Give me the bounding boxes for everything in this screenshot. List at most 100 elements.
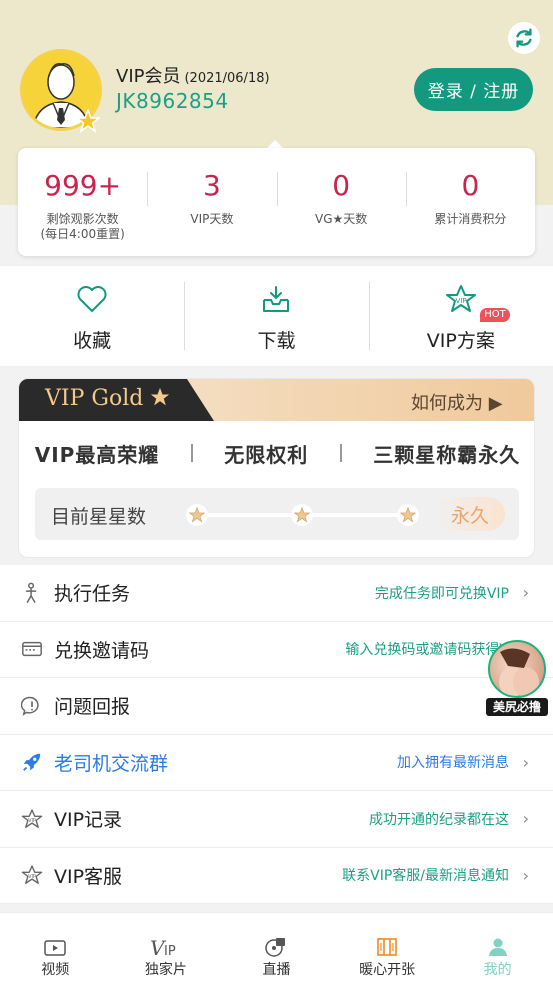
download-label: 下载: [257, 330, 296, 352]
forever-badge: 永久: [435, 497, 505, 531]
tab-label: 暖心开张: [359, 962, 416, 978]
svg-text:VIP: VIP: [455, 297, 466, 305]
quick-actions: 收藏 下载 VIP VIP方案: [0, 266, 553, 366]
gold-title-tab: VIP Gold: [19, 379, 214, 421]
bottom-tab-bar: 视频 V IP 独家片 直播 暖心开张 我的: [0, 912, 553, 983]
menu-hint: 联系VIP客服/最新消息通知: [342, 868, 509, 885]
stat-vg-days: 0 VG★天数: [276, 148, 406, 256]
stat-label: VIP天数: [190, 212, 234, 226]
menu-item-redeem-code[interactable]: 兑换邀请码 输入兑换码或邀请码获得V: [0, 622, 553, 678]
stat-vip-days: 3 VIP天数: [147, 148, 276, 256]
menu-item-vip-support[interactable]: VIP VIP客服 联系VIP客服/最新消息通知 ›: [0, 848, 553, 904]
tab-gifts[interactable]: 暖心开张: [332, 913, 443, 983]
stat-label-line1: 剩馀观影次数: [46, 212, 119, 226]
chevron-right-icon: ›: [522, 583, 529, 603]
tab-videos[interactable]: 视频: [0, 913, 111, 983]
download-button[interactable]: 下载: [184, 266, 368, 366]
tab-exclusive[interactable]: V IP 独家片: [111, 913, 222, 983]
menu-hint: 加入拥有最新消息: [397, 755, 509, 772]
tab-live[interactable]: 直播: [221, 913, 332, 983]
tab-label: 直播: [262, 962, 291, 978]
gift-icon: [377, 938, 397, 956]
alert-bubble-icon: [20, 694, 44, 718]
profile-icon: [488, 938, 507, 956]
menu-title: 执行任务: [54, 583, 131, 606]
chevron-right-icon: ›: [522, 809, 529, 829]
menu-hint: 输入兑换码或邀请码获得V: [345, 642, 509, 659]
star-progress: 目前星星数 永久: [35, 488, 519, 540]
perk-separator: [339, 444, 342, 462]
menu-item-chat-group[interactable]: 老司机交流群 加入拥有最新消息 ›: [0, 735, 553, 791]
perk-item: 无限权利: [224, 442, 309, 467]
chevron-right-icon: ›: [522, 865, 529, 885]
svg-text:VIP: VIP: [28, 818, 36, 824]
live-icon: [265, 938, 286, 957]
stat-label: 剩馀观影次数 (每日4:00重置): [18, 212, 147, 242]
svg-text:IP: IP: [164, 944, 176, 957]
menu-item-feedback[interactable]: 问题回报: [0, 678, 553, 735]
vip-plans-button[interactable]: VIP VIP方案: [368, 266, 553, 366]
menu-item-vip-records[interactable]: VIP VIP记录 成功开通的纪录都在这 ›: [0, 791, 553, 848]
user-id: JK8962854: [116, 89, 229, 113]
favorites-button[interactable]: 收藏: [0, 266, 184, 366]
vip-status: VIP会员 (2021/06/18): [116, 62, 270, 88]
stats-card: 999+ 剩馀观影次数 (每日4:00重置) 3 VIP天数 0 VG★天数 0 …: [18, 148, 535, 256]
vip-label-text: VIP会员: [116, 66, 181, 87]
svg-text:VIP: VIP: [28, 874, 36, 880]
menu-list: 执行任务 完成任务即可兑换VIP › 兑换邀请码 输入兑换码或邀请码获得V 问题…: [0, 565, 553, 904]
stat-value: 3: [202, 169, 221, 202]
perk-item: 三颗星称霸永久: [373, 442, 521, 467]
login-register-button[interactable]: 登录 / 注册: [414, 68, 533, 111]
refresh-icon: [516, 28, 532, 48]
ad-label: 美尻必撸: [486, 698, 548, 716]
vip-star-icon: VIP: [20, 863, 44, 887]
tab-label: 视频: [41, 962, 70, 978]
perk-item: VIP最高荣耀: [34, 442, 160, 467]
ad-image: [488, 640, 546, 698]
stat-label-line2: (每日4:00重置): [40, 227, 125, 241]
menu-hint: 完成任务即可兑换VIP: [374, 585, 509, 602]
star-milestone-icon: [291, 504, 313, 526]
video-icon: [44, 940, 67, 956]
stat-label: 累计消费积分: [434, 212, 507, 226]
refresh-button[interactable]: [508, 22, 540, 54]
stat-value: 0: [461, 169, 480, 202]
star-milestone-icon: [186, 504, 208, 526]
chevron-right-icon: ›: [522, 752, 529, 772]
menu-title: VIP客服: [54, 865, 123, 888]
favorites-label: 收藏: [73, 330, 112, 352]
menu-hint: 成功开通的纪录都在这: [369, 811, 509, 828]
menu-title: 问题回报: [54, 696, 131, 719]
menu-title: 老司机交流群: [54, 752, 169, 775]
vip-star-icon: VIP: [20, 807, 44, 831]
gold-star-icon: [151, 387, 170, 406]
hot-badge: HOT: [480, 308, 510, 322]
vip-star-icon: VIP: [445, 285, 476, 312]
stat-points: 0 累计消费积分: [405, 148, 535, 256]
how-to-become-link[interactable]: 如何成为 ▶: [411, 389, 503, 415]
tab-label: 独家片: [144, 962, 187, 978]
menu-title: VIP记录: [54, 809, 123, 832]
task-person-icon: [20, 581, 44, 605]
heart-icon: [77, 286, 107, 312]
vip-gold-card: VIP Gold 如何成为 ▶ VIP最高荣耀 无限权利 三颗星称霸永久 目前星…: [18, 378, 535, 558]
menu-title: 兑换邀请码: [54, 639, 150, 662]
stat-remaining-views: 999+ 剩馀观影次数 (每日4:00重置): [18, 148, 147, 256]
download-icon: [263, 286, 290, 312]
gold-title-text: VIP Gold: [45, 386, 144, 411]
card-icon: [20, 637, 44, 661]
stat-value: 0: [332, 169, 351, 202]
how-to-text: 如何成为: [411, 393, 483, 414]
stat-value: 999+: [44, 169, 122, 202]
gold-perks: VIP最高荣耀 无限权利 三颗星称霸永久: [19, 437, 534, 469]
gold-title: VIP Gold: [45, 386, 170, 411]
floating-ad[interactable]: 美尻必撸: [486, 640, 548, 716]
vip-logo-icon: V IP: [150, 936, 176, 957]
tab-mine[interactable]: 我的: [442, 913, 553, 983]
star-milestone-icon: [397, 504, 419, 526]
star-badge-icon: [76, 109, 100, 133]
menu-item-tasks[interactable]: 执行任务 完成任务即可兑换VIP ›: [0, 565, 553, 622]
tab-label: 我的: [483, 962, 512, 978]
vip-plans-label: VIP方案: [426, 330, 495, 352]
rocket-icon: [20, 750, 44, 774]
